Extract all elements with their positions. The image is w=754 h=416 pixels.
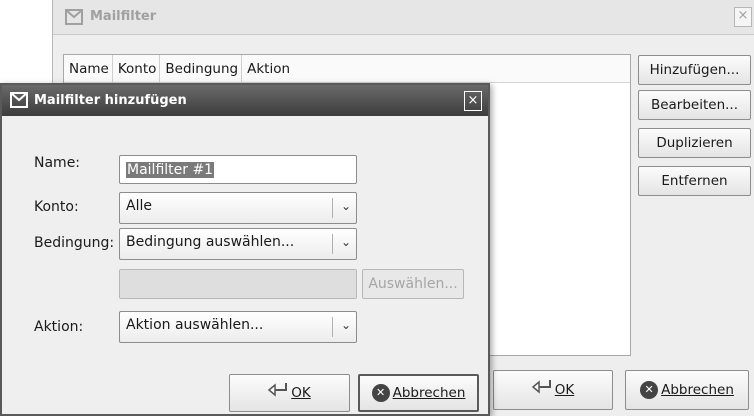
filter-list-header: Name Konto Bedingung Aktion xyxy=(64,55,630,83)
name-label: Name: xyxy=(34,155,81,171)
chevron-down-icon: ⌄ xyxy=(340,235,351,249)
choose-button: Auswählen... xyxy=(362,269,464,299)
account-value: Alle xyxy=(126,198,152,214)
column-action[interactable]: Aktion xyxy=(242,55,293,82)
dialog-title: Mailfilter hinzufügen xyxy=(34,93,187,108)
condition-select[interactable]: Bedingung auswählen... ⌄ xyxy=(119,228,357,260)
condition-value: Bedingung auswählen... xyxy=(126,234,295,250)
duplicate-filter-button[interactable]: Duplizieren xyxy=(638,128,751,158)
close-icon[interactable]: × xyxy=(734,7,752,27)
condition-detail-input xyxy=(119,269,357,299)
mail-filter-icon xyxy=(10,92,28,112)
close-icon[interactable]: × xyxy=(464,91,482,111)
remove-filter-button[interactable]: Entfernen xyxy=(638,166,751,196)
cancel-button[interactable]: ✕ Abbrechen xyxy=(358,374,479,412)
add-filter-button[interactable]: Hinzufügen... xyxy=(638,55,751,85)
ok-label: OK xyxy=(291,385,311,401)
chevron-down-icon: ⌄ xyxy=(340,318,351,332)
cancel-icon: ✕ xyxy=(371,384,390,402)
ok-button[interactable]: OK xyxy=(493,370,613,410)
chevron-down-icon: ⌄ xyxy=(340,199,351,213)
window-title: Mailfilter xyxy=(90,9,157,24)
condition-label: Bedingung: xyxy=(34,235,115,251)
cancel-button[interactable]: ✕ Abbrechen xyxy=(625,370,749,410)
cancel-icon: ✕ xyxy=(640,381,659,399)
combo-separator xyxy=(332,198,333,218)
dialog-titlebar: Mailfilter hinzufügen × xyxy=(2,85,488,116)
combo-separator xyxy=(332,317,333,337)
account-select[interactable]: Alle ⌄ xyxy=(119,192,357,224)
edit-filter-button[interactable]: Bearbeiten... xyxy=(638,90,751,120)
ok-label: OK xyxy=(554,382,575,398)
cancel-label: Abbrechen xyxy=(661,382,734,398)
mail-filter-icon xyxy=(65,9,83,29)
window-titlebar: Mailfilter × xyxy=(53,0,754,35)
name-input[interactable]: Mailfilter #1 xyxy=(119,155,357,184)
action-select[interactable]: Aktion auswählen... ⌄ xyxy=(119,311,357,343)
column-condition[interactable]: Bedingung xyxy=(160,55,243,82)
ok-icon xyxy=(268,375,288,411)
ok-icon xyxy=(531,371,552,409)
combo-separator xyxy=(332,234,333,254)
add-filter-dialog: Mailfilter hinzufügen × Name: Mailfilter… xyxy=(0,83,490,416)
column-account[interactable]: Konto xyxy=(113,55,161,82)
column-name[interactable]: Name xyxy=(64,55,113,82)
name-input-value: Mailfilter #1 xyxy=(126,162,215,178)
account-label: Konto: xyxy=(34,199,79,215)
cancel-label: Abbrechen xyxy=(392,385,466,401)
action-label: Aktion: xyxy=(34,319,84,335)
ok-button[interactable]: OK xyxy=(229,374,350,412)
action-value: Aktion auswählen... xyxy=(126,317,264,333)
